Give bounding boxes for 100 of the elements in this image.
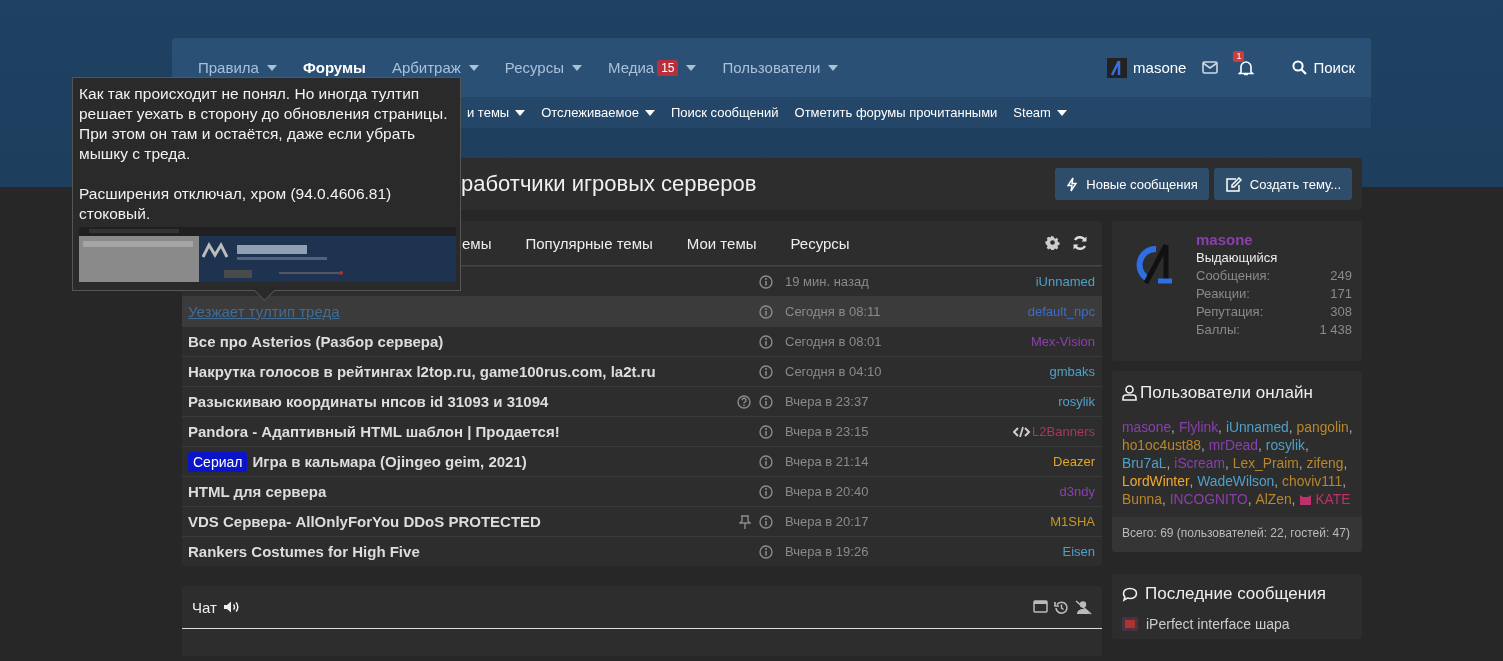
chat-title: Чат xyxy=(192,598,217,616)
speaker-icon[interactable] xyxy=(222,600,240,614)
tooltip-text: Как так происходит не понял. Но иногда тултип решает уехать в сторону до обновления страницы. При этом он там и остаётся, даже если убрать мышку с треда. xyxy=(79,84,449,164)
thread-title[interactable]: VDS Сервера- AllOnlyForYou DDoS PROTECTED xyxy=(188,513,541,530)
search-button[interactable]: Поиск xyxy=(1270,59,1371,76)
list-separator: , xyxy=(1189,473,1194,491)
post-time: Сегодня в 08:01 xyxy=(785,334,883,349)
subnav-link[interactable]: Steam xyxy=(1005,105,1075,120)
list-separator: , xyxy=(1166,455,1171,473)
list-separator: , xyxy=(1247,491,1252,509)
account-link[interactable]: masone xyxy=(1107,57,1199,78)
list-separator: , xyxy=(1298,455,1303,473)
subnav-link[interactable]: Поиск сообщений xyxy=(662,105,787,120)
list-separator: , xyxy=(1343,455,1348,473)
comment-icon xyxy=(1122,586,1138,602)
nav-tab[interactable]: Форумы xyxy=(289,59,379,76)
username-link[interactable]: iUnnamed xyxy=(1035,274,1095,289)
subnav-link[interactable]: и темы xyxy=(459,105,534,120)
nav-tab[interactable]: Медиа 15 xyxy=(594,59,710,76)
online-user-link[interactable]: iUnnamed xyxy=(1225,419,1289,437)
thread-title[interactable]: Все про Asterios (Разбор сервера) xyxy=(188,333,444,350)
list-separator: , xyxy=(1257,437,1262,455)
thread-title[interactable]: HTML для сервера xyxy=(188,483,327,500)
username-link[interactable]: rosylik xyxy=(1058,394,1095,409)
cat-icon xyxy=(1299,495,1313,505)
mail-icon[interactable] xyxy=(1202,61,1219,74)
info-icon xyxy=(759,274,773,289)
card-title: Последние сообщения xyxy=(1145,584,1326,604)
stat-label: Сообщения: xyxy=(1196,267,1271,285)
thread-title[interactable]: Разыскиваю координаты нпсов id 31093 и 31094 xyxy=(188,393,549,410)
subnav-link[interactable]: Отметить форумы прочитанными xyxy=(786,105,1006,120)
info-icon xyxy=(759,364,773,379)
avatar-icon xyxy=(1107,57,1128,78)
list-separator: , xyxy=(1171,419,1175,437)
card-title: Пользователи онлайн xyxy=(1140,383,1313,403)
online-user-link[interactable]: Bunna xyxy=(1122,491,1162,509)
subnav-link[interactable]: Отслеживаемое xyxy=(533,105,663,120)
info-icon xyxy=(759,334,773,349)
nav-tab[interactable]: Арбитраж xyxy=(378,59,492,76)
edit-icon xyxy=(1224,176,1242,192)
stat-value: 308 xyxy=(1330,303,1352,321)
list-separator: , xyxy=(1342,473,1347,491)
info-icon xyxy=(759,514,773,529)
nav-tab[interactable]: Ресурсы xyxy=(491,59,595,76)
stat-value: 171 xyxy=(1330,285,1352,303)
stat-value: 1 438 xyxy=(1319,321,1352,339)
thread-title[interactable]: Игра в кальмара (Ojingeo geim, 2021) xyxy=(252,453,527,470)
refresh-icon[interactable] xyxy=(1072,235,1088,251)
nav-tab[interactable]: Правила xyxy=(185,59,290,76)
post-time: Вчера в 20:17 xyxy=(785,514,870,529)
list-separator: , xyxy=(1161,491,1166,509)
username-link[interactable]: Deazer xyxy=(1053,454,1095,469)
online-user-link[interactable]: Lex_Praim xyxy=(1232,455,1299,473)
post-time: Вчера в 23:37 xyxy=(785,394,870,409)
username-link[interactable]: M1SHA xyxy=(1050,514,1095,529)
prefix-label[interactable]: Сериал xyxy=(188,451,248,472)
bell-icon[interactable] xyxy=(1238,59,1255,76)
list-tab[interactable]: Популярные темы xyxy=(525,234,653,252)
list-separator: , xyxy=(1201,437,1205,455)
list-tab[interactable]: Ресурсы xyxy=(790,234,850,252)
bolt-icon xyxy=(1066,176,1079,192)
online-user-link[interactable]: pangolin xyxy=(1296,419,1349,437)
info-icon xyxy=(759,424,773,439)
post-link[interactable]: iPerfect interface шара xyxy=(1146,616,1290,632)
list-separator: , xyxy=(1288,419,1293,437)
stat-label: Баллы: xyxy=(1196,321,1240,339)
code-icon xyxy=(1013,425,1031,438)
list-separator: , xyxy=(1291,491,1296,509)
thread-title[interactable]: Pandora - Адаптивный HTML шаблон | Продается! xyxy=(188,423,560,440)
online-user-link[interactable]: Bru7aL xyxy=(1122,455,1167,473)
create-thread-button[interactable]: Создать тему... xyxy=(1213,168,1352,200)
avatar-icon xyxy=(1122,617,1138,631)
online-user-link[interactable]: rosylik xyxy=(1265,437,1305,455)
online-user-link[interactable]: AlZen xyxy=(1255,491,1292,509)
info-icon xyxy=(759,394,773,409)
stat-value: 249 xyxy=(1330,267,1352,285)
info-icon xyxy=(759,304,773,319)
online-user-link[interactable]: LordWinter xyxy=(1122,473,1190,491)
nav-tab[interactable]: Пользователи xyxy=(709,59,852,76)
username-link[interactable]: Eisen xyxy=(1062,544,1095,559)
count-badge: 15 xyxy=(657,59,679,76)
user-slash-icon[interactable] xyxy=(1075,599,1092,615)
post-time: Вчера в 21:14 xyxy=(785,454,870,469)
thread-title[interactable]: Rankers Costumes for High Five xyxy=(188,543,420,560)
post-time: Сегодня в 08:11 xyxy=(785,304,882,319)
list-separator: , xyxy=(1348,419,1353,437)
thread-title[interactable]: Накрутка голосов в рейтингах l2top.ru, game100rus.com, la2t.ru xyxy=(188,363,656,380)
page-title: работчики игровых серверов xyxy=(461,171,757,197)
list-tab[interactable]: емы xyxy=(462,234,492,252)
online-user-link[interactable]: ho1oc4ust88 xyxy=(1122,437,1201,455)
post-time: 19 мин. назад xyxy=(785,274,870,289)
gear-icon[interactable] xyxy=(1045,235,1060,250)
list-tab[interactable]: Мои темы xyxy=(686,234,757,252)
info-icon xyxy=(759,484,773,499)
window-icon[interactable] xyxy=(1033,599,1048,613)
tooltip-text: Расширения отключал, хром (94.0.4606.81) стоковый. xyxy=(79,184,393,224)
history-icon[interactable] xyxy=(1054,599,1069,615)
post-time: Вчера в 19:26 xyxy=(785,544,870,559)
new-posts-button[interactable]: Новые сообщения xyxy=(1055,168,1209,200)
username-link[interactable]: gmbaks xyxy=(1049,364,1095,379)
